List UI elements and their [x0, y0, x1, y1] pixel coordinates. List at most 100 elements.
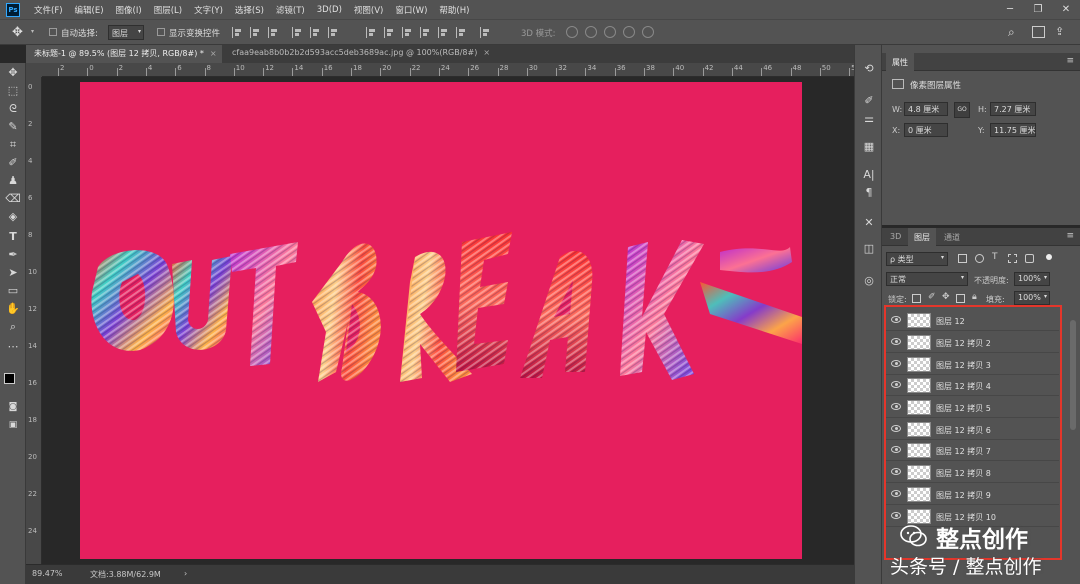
lock-transparent-icon[interactable]	[912, 294, 921, 303]
history-icon[interactable]: ⟲	[861, 61, 877, 77]
zoom-level[interactable]: 89.47%	[32, 569, 63, 578]
hand-tool-icon[interactable]: ✋	[5, 301, 21, 317]
distribute-top-icon[interactable]	[366, 27, 377, 38]
tab-untitled-1[interactable]: 未标题-1 @ 89.5% (图层 12 拷贝, RGB/8#) * ×	[26, 45, 222, 63]
opacity-field[interactable]: 100% ▾	[1014, 272, 1050, 286]
3d-orbit-icon[interactable]: ◎	[861, 273, 877, 289]
menu-window[interactable]: 窗口(W)	[389, 4, 433, 16]
filter-smart-object-icon[interactable]	[1025, 254, 1034, 263]
align-top-icon[interactable]	[292, 27, 303, 38]
brush-tool-icon[interactable]: ✐	[5, 155, 21, 171]
menu-file[interactable]: 文件(F)	[28, 4, 69, 16]
tab-properties[interactable]: 属性	[886, 53, 914, 71]
y-field[interactable]: 11.75 厘米	[990, 123, 1036, 137]
tab-close-icon[interactable]: ×	[210, 49, 217, 58]
menu-image[interactable]: 图像(I)	[110, 4, 148, 16]
more-tools-icon[interactable]: ⋯	[5, 339, 21, 355]
move-tool-icon[interactable]: ✥	[12, 24, 30, 42]
distribute-right-icon[interactable]	[456, 27, 467, 38]
menu-type[interactable]: 文字(Y)	[188, 4, 229, 16]
lasso-tool-icon[interactable]: ᘓ	[5, 101, 21, 117]
fill-field[interactable]: 100% ▾	[1014, 291, 1050, 305]
filter-pixel-icon[interactable]	[958, 254, 967, 263]
tab-close-icon[interactable]: ×	[483, 48, 490, 57]
tool-preset-chevron-icon[interactable]: ▾	[31, 28, 34, 35]
filter-type-icon[interactable]: T	[992, 252, 998, 262]
brush-settings-icon[interactable]: ✐	[861, 93, 877, 109]
foreground-color-swatch[interactable]	[4, 373, 15, 384]
layer-filter-dropdown[interactable]: ρ 类型 ▾	[886, 252, 948, 266]
paint-bucket-tool-icon[interactable]: ◈	[5, 209, 21, 225]
show-transform-checkbox[interactable]	[157, 28, 165, 36]
pen-tool-icon[interactable]: ✒	[5, 247, 21, 263]
lock-artboard-icon[interactable]	[956, 294, 965, 303]
search-icon[interactable]: ⌕	[1008, 25, 1015, 40]
status-menu-arrow-icon[interactable]: ›	[184, 569, 187, 578]
tools-x-icon[interactable]: ✕	[861, 215, 877, 231]
panel-menu-icon[interactable]: ≡	[1066, 56, 1074, 66]
type-tool-icon[interactable]: T	[5, 229, 21, 245]
menu-edit[interactable]: 编辑(E)	[69, 4, 110, 16]
document-canvas[interactable]	[80, 82, 802, 559]
menu-filter[interactable]: 滤镜(T)	[270, 4, 311, 16]
tab-cfaa9eab-jpg[interactable]: cfaa9eab8b0b2b2d593acc5deb3689ac.jpg @ 1…	[224, 45, 490, 63]
x-field[interactable]: 0 厘米	[904, 123, 948, 137]
menu-view[interactable]: 视图(V)	[348, 4, 389, 16]
distribute-hcenter-icon[interactable]	[438, 27, 449, 38]
auto-select-checkbox[interactable]	[49, 28, 57, 36]
lock-position-icon[interactable]: ✥	[942, 292, 950, 302]
zoom-tool-icon[interactable]: ⌕	[5, 319, 21, 335]
align-vcenter-icon[interactable]	[310, 27, 321, 38]
menu-3d[interactable]: 3D(D)	[311, 5, 348, 15]
crop-tool-icon[interactable]: ⌗	[5, 137, 21, 153]
menu-select[interactable]: 选择(S)	[229, 4, 270, 16]
character-icon[interactable]: A|	[861, 167, 877, 183]
distribute-vcenter-icon[interactable]	[384, 27, 395, 38]
move-tool-icon[interactable]: ✥	[5, 65, 21, 81]
eraser-tool-icon[interactable]: ⌫	[5, 191, 21, 207]
3d-roll-icon[interactable]	[585, 26, 597, 38]
menu-layer[interactable]: 图层(L)	[148, 4, 188, 16]
workspace-icon[interactable]	[1032, 26, 1045, 38]
filter-shape-icon[interactable]	[1008, 254, 1017, 263]
layer-comps-icon[interactable]: ◫	[861, 241, 877, 257]
tab-channels[interactable]: 通道	[938, 228, 966, 246]
panel-menu-icon[interactable]: ≡	[1066, 231, 1074, 241]
paragraph-icon[interactable]: ¶	[861, 185, 877, 201]
auto-select-dropdown[interactable]: 图层 ▾	[108, 25, 144, 40]
link-dimensions-icon[interactable]: GO	[954, 102, 970, 118]
blend-mode-dropdown[interactable]: 正常 ▾	[886, 272, 968, 286]
align-bottom-icon[interactable]	[328, 27, 339, 38]
filter-toggle-icon[interactable]	[1046, 254, 1052, 260]
3d-slide-icon[interactable]	[623, 26, 635, 38]
close-window-button[interactable]: ✕	[1052, 0, 1080, 19]
width-field[interactable]: 4.8 厘米	[904, 102, 948, 116]
align-right-icon[interactable]	[268, 27, 279, 38]
lock-all-icon[interactable]: 🔒︎	[972, 292, 977, 302]
align-left-icon[interactable]	[232, 27, 243, 38]
stamp-tool-icon[interactable]: ♟	[5, 173, 21, 189]
distribute-left-icon[interactable]	[420, 27, 431, 38]
3d-scale-icon[interactable]	[642, 26, 654, 38]
3d-pan-icon[interactable]	[604, 26, 616, 38]
quick-select-tool-icon[interactable]: ✎	[5, 119, 21, 135]
align-hcenter-icon[interactable]	[250, 27, 261, 38]
auto-align-icon[interactable]	[480, 27, 491, 38]
rectangle-tool-icon[interactable]: ▭	[5, 283, 21, 299]
layers-scrollbar[interactable]	[1070, 320, 1076, 430]
height-field[interactable]: 7.27 厘米	[990, 102, 1036, 116]
3d-rotate-icon[interactable]	[566, 26, 578, 38]
lock-pixels-icon[interactable]: ✐	[928, 292, 936, 302]
minimize-button[interactable]: ─	[996, 0, 1024, 19]
tab-3d[interactable]: 3D	[884, 228, 907, 246]
adjustments-icon[interactable]: ⚌	[861, 111, 877, 127]
filter-adjustment-icon[interactable]	[975, 254, 984, 263]
quick-mask-icon[interactable]: ◙	[5, 399, 21, 415]
marquee-tool-icon[interactable]: ⬚	[5, 83, 21, 99]
restore-button[interactable]: ❐	[1024, 0, 1052, 19]
screen-mode-icon[interactable]: ▣	[5, 417, 21, 433]
menu-help[interactable]: 帮助(H)	[433, 4, 475, 16]
libraries-icon[interactable]: ▦	[861, 139, 877, 155]
distribute-bottom-icon[interactable]	[402, 27, 413, 38]
path-select-tool-icon[interactable]: ➤	[5, 265, 21, 281]
